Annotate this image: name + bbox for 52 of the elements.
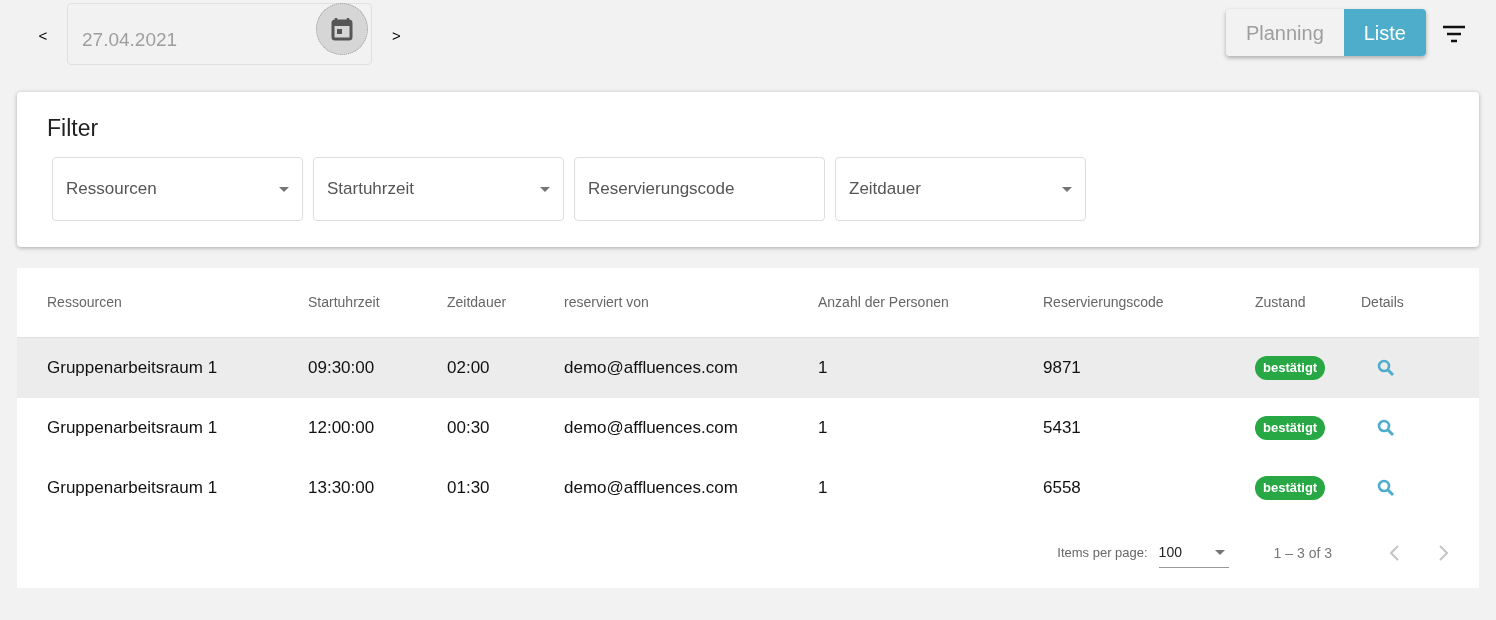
search-icon[interactable] — [1377, 419, 1395, 437]
page-range: 1 – 3 of 3 — [1273, 543, 1332, 563]
table-cell-text: 13:30:00 — [308, 477, 375, 500]
next-date-button[interactable]: > — [392, 25, 401, 48]
page-size-select[interactable]: 100 — [1158, 538, 1229, 568]
table-cell-text: 01:30 — [447, 477, 490, 500]
table-cell-text: demo@affluences.com — [564, 357, 738, 380]
search-icon[interactable] — [1377, 359, 1395, 377]
status-badge: bestätigt — [1255, 416, 1326, 440]
table-cell-text: 1 — [818, 477, 828, 500]
column-header: Startuhrzeit — [308, 293, 380, 312]
caret-icon — [279, 186, 289, 192]
calendar-icon — [331, 17, 353, 41]
column-header: Ressourcen — [47, 293, 122, 312]
table-cell-text: 1 — [818, 417, 828, 440]
table-cell-text: 09:30:00 — [308, 357, 375, 380]
table-cell-text: demo@affluences.com — [564, 417, 738, 440]
dropdown-field[interactable]: Zeitdauer — [835, 157, 1086, 221]
calendar-button[interactable] — [316, 3, 368, 55]
chevron-right-icon — [1438, 544, 1450, 562]
column-header: Zeitdauer — [447, 293, 507, 312]
table-cell-text: 12:00:00 — [308, 417, 375, 440]
previous-date-button[interactable]: < — [33, 25, 53, 48]
caret-icon — [540, 186, 550, 192]
table-cell-text: 00:30 — [447, 417, 490, 440]
table-cell-text: demo@affluences.com — [564, 477, 738, 500]
table-cell-text: 5431 — [1043, 417, 1081, 440]
status-badge: bestätigt — [1255, 476, 1326, 500]
caret-icon — [1062, 186, 1072, 192]
search-icon[interactable] — [1377, 479, 1395, 497]
status-badge: bestätigt — [1255, 356, 1326, 380]
table-cell-text: Gruppenarbeitsraum 1 — [47, 417, 218, 440]
table-cell-text: 9871 — [1043, 357, 1081, 380]
table-cell-text: 1 — [818, 357, 828, 380]
filter-icon[interactable] — [1442, 25, 1466, 43]
column-header: reserviert von — [564, 293, 649, 312]
table-cell-text: 6558 — [1043, 477, 1081, 500]
caret-icon — [1214, 550, 1225, 555]
dropdown-field[interactable]: Startuhrzeit — [313, 157, 564, 221]
table-cell-text: 02:00 — [447, 357, 490, 380]
table-cell-text: Gruppenarbeitsraum 1 — [47, 357, 218, 380]
column-header: Zustand — [1255, 293, 1306, 312]
column-header: Reservierungscode — [1043, 293, 1164, 312]
table-cell-text: Gruppenarbeitsraum 1 — [47, 477, 218, 500]
filter-title: Filter — [47, 114, 99, 142]
table-row[interactable]: Gruppenarbeitsraum 1 09:30:00 02:00 demo@affluences.com 1 9871 bestätigt — [17, 338, 1479, 398]
chevron-left-icon — [1388, 544, 1400, 562]
column-header: Details — [1361, 293, 1404, 312]
dropdown-field[interactable]: Ressourcen — [52, 157, 303, 221]
items-per-page-label: Items per page: — [1057, 544, 1148, 563]
input-field[interactable]: Reservierungscode — [574, 157, 825, 221]
column-header: Anzahl der Personen — [818, 293, 949, 312]
